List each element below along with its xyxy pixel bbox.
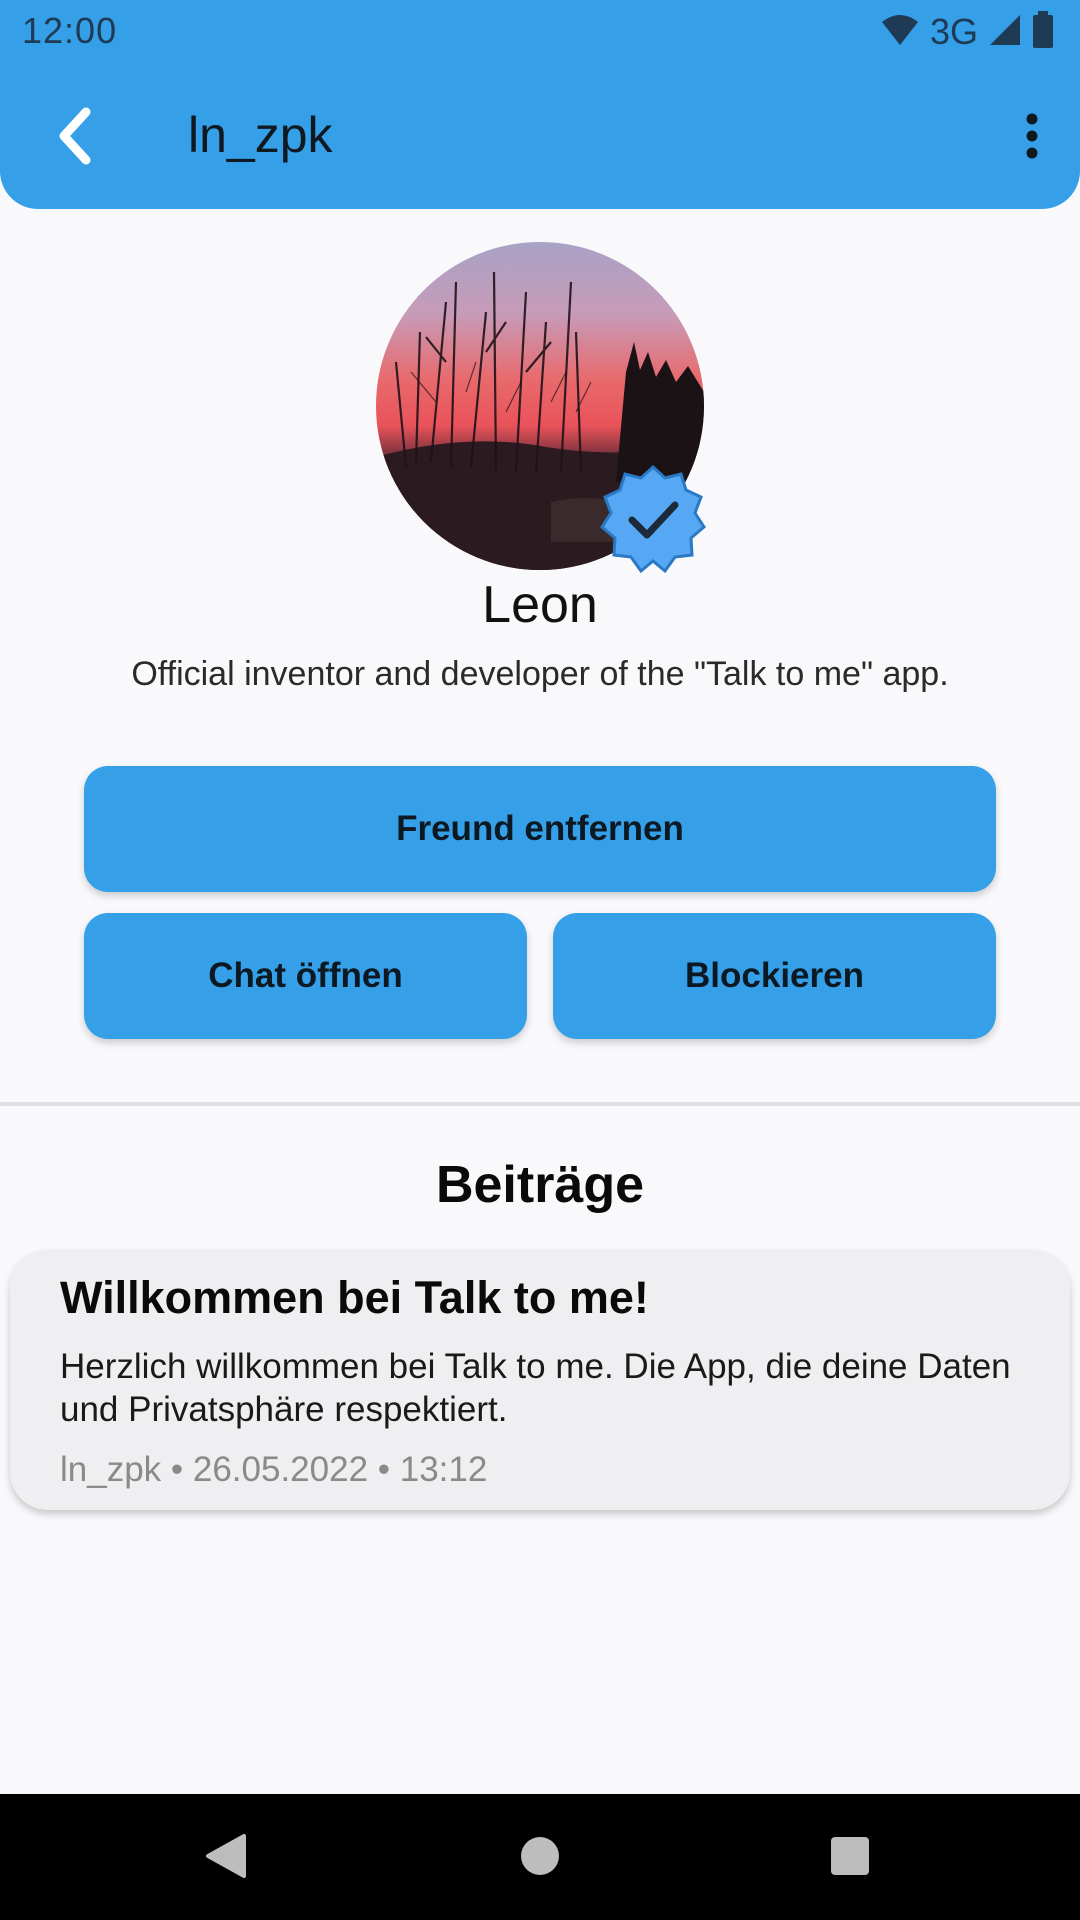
remove-friend-button[interactable]: Freund entfernen bbox=[84, 766, 996, 892]
battery-icon bbox=[1032, 10, 1054, 54]
wifi-icon bbox=[880, 14, 920, 51]
system-nav-bar bbox=[0, 1794, 1080, 1920]
square-recents-icon bbox=[829, 1835, 871, 1882]
status-bar: 12:00 3G bbox=[0, 0, 1080, 64]
post-body: Herzlich willkommen bei Talk to me. Die … bbox=[60, 1347, 1011, 1429]
divider bbox=[0, 1102, 1080, 1106]
open-chat-button[interactable]: Chat öffnen bbox=[84, 913, 527, 1039]
nav-back-button[interactable] bbox=[186, 1818, 266, 1898]
status-time: 12:00 bbox=[22, 10, 118, 51]
back-button[interactable] bbox=[38, 102, 110, 174]
circle-home-icon bbox=[519, 1835, 561, 1882]
profile-bio: Official inventor and developer of the "… bbox=[131, 655, 949, 693]
block-button[interactable]: Blockieren bbox=[553, 913, 996, 1039]
status-icons: 3G bbox=[880, 10, 1054, 54]
nav-home-button[interactable] bbox=[500, 1818, 580, 1898]
header: 12:00 3G ln_zpk bbox=[0, 0, 1080, 209]
profile-avatar-wrap bbox=[376, 242, 706, 574]
more-options-button[interactable] bbox=[1002, 102, 1062, 174]
more-vertical-icon bbox=[1025, 113, 1039, 164]
post-meta: ln_zpk • 26.05.2022 • 13:12 bbox=[60, 1450, 488, 1489]
app-bar: ln_zpk bbox=[0, 82, 1080, 192]
signal-icon bbox=[988, 13, 1022, 52]
nav-recents-button[interactable] bbox=[810, 1818, 890, 1898]
page-title: ln_zpk bbox=[188, 107, 333, 163]
posts-section-title: Beiträge bbox=[435, 1156, 645, 1214]
post-title: Willkommen bei Talk to me! bbox=[60, 1272, 649, 1323]
triangle-back-icon bbox=[204, 1832, 248, 1885]
network-type: 3G bbox=[929, 11, 978, 52]
post-card[interactable]: Willkommen bei Talk to me! Herzlich will… bbox=[10, 1250, 1070, 1510]
chevron-left-icon bbox=[52, 106, 96, 171]
profile-name: Leon bbox=[482, 576, 598, 634]
verified-badge-icon bbox=[598, 464, 708, 574]
